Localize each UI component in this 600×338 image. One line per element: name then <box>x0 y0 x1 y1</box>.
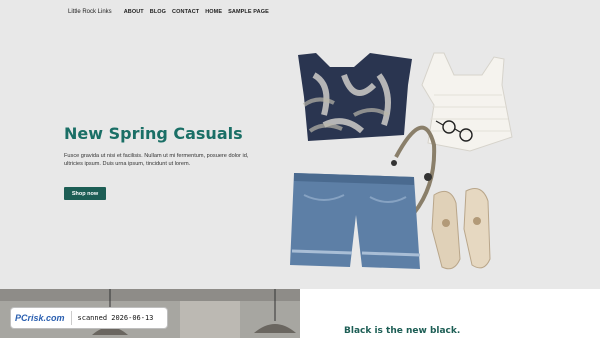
nav-item-blog[interactable]: Blog <box>150 9 166 15</box>
hero-lede: Fusce gravida ut nisi et facilisis. Null… <box>64 153 249 167</box>
beige-shoes-image <box>431 188 491 270</box>
top-nav: Little Rock Links About Blog Contact Hom… <box>68 6 269 18</box>
nav-item-contact[interactable]: Contact <box>172 9 199 15</box>
pcrisk-logo: PCrisk.com <box>15 313 65 323</box>
nav-item-home[interactable]: Home <box>205 9 222 15</box>
featured-text-panel: Black is the new black. <box>300 289 600 338</box>
white-tank-image <box>421 52 513 152</box>
nav-item-about[interactable]: About <box>124 9 144 15</box>
nav-item-sample-page[interactable]: Sample Page <box>228 9 269 15</box>
patterned-top-image <box>298 53 412 141</box>
site-title[interactable]: Little Rock Links <box>68 9 112 15</box>
shop-now-button[interactable]: Shop now <box>64 187 106 200</box>
pcrisk-badge: PCrisk.com scanned 2026-06-13 <box>10 307 168 329</box>
section-headline: Black is the new black. <box>344 326 461 336</box>
scan-date: scanned 2026-06-13 <box>77 314 154 322</box>
hero-headline: New Spring Casuals <box>64 124 243 143</box>
badge-divider <box>70 311 72 325</box>
hero-product-image <box>290 52 513 270</box>
denim-shorts-image <box>290 173 421 269</box>
